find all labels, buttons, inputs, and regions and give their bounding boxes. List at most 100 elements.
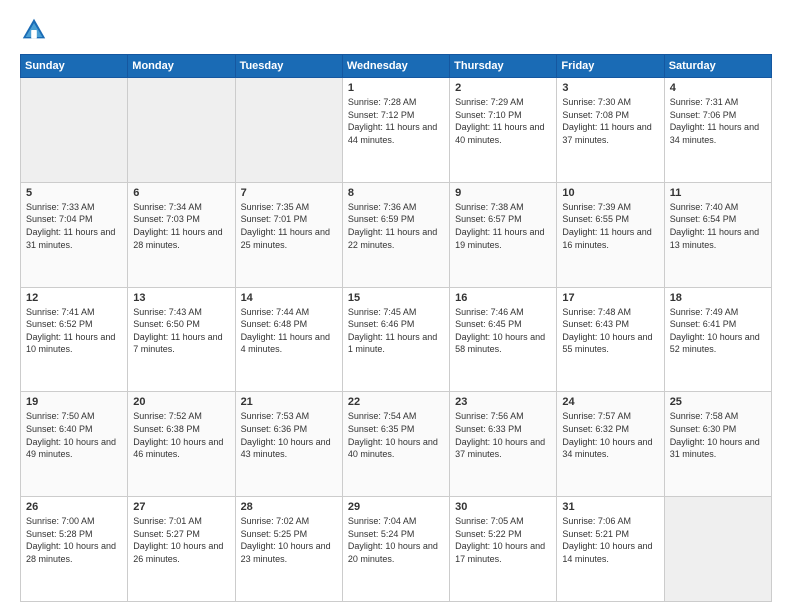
weekday-header-wednesday: Wednesday [342, 55, 449, 78]
calendar-cell: 24Sunrise: 7:57 AMSunset: 6:32 PMDayligh… [557, 392, 664, 497]
day-number: 27 [133, 501, 229, 513]
calendar-cell: 25 Sunrise: 7:58 AMSunset: 6:30 PMDayligh… [664, 392, 771, 497]
calendar-cell: 14 Sunrise: 7:44 AMSunset: 6:48 PMDayligh… [235, 287, 342, 392]
calendar-cell: 1Sunrise: 7:28 AMSunset: 7:12 PMDaylight… [342, 78, 449, 183]
day-number: 23 [455, 396, 551, 408]
calendar-table: SundayMondayTuesdayWednesdayThursdayFrid… [20, 54, 772, 602]
day-info: Sunrise: 7:50 AMSunset: 6:40 PMDaylight:… [26, 410, 122, 460]
logo-icon [20, 16, 48, 44]
logo [20, 16, 50, 44]
calendar-cell: 9 Sunrise: 7:38 AMSunset: 6:57 PMDaylight… [450, 182, 557, 287]
day-info: Sunrise: 7:35 AMSunset: 7:01 PMDaylight:… [241, 201, 337, 251]
weekday-header-friday: Friday [557, 55, 664, 78]
calendar-cell [664, 497, 771, 602]
week-row-5: 26Sunrise: 7:00 AMSunset: 5:28 PMDayligh… [21, 497, 772, 602]
week-row-4: 19 Sunrise: 7:50 AMSunset: 6:40 PMDayligh… [21, 392, 772, 497]
day-info: Sunrise: 7:06 AMSunset: 5:21 PMDaylight:… [562, 515, 658, 565]
day-number: 13 [133, 292, 229, 304]
day-info: Sunrise: 7:58 AMSunset: 6:30 PMDaylight:… [670, 410, 766, 460]
calendar-cell [21, 78, 128, 183]
calendar-cell: 23 Sunrise: 7:56 AMSunset: 6:33 PMDayligh… [450, 392, 557, 497]
day-number: 21 [241, 396, 337, 408]
calendar-cell: 29Sunrise: 7:04 AMSunset: 5:24 PMDayligh… [342, 497, 449, 602]
week-row-3: 12 Sunrise: 7:41 AMSunset: 6:52 PMDayligh… [21, 287, 772, 392]
calendar-cell: 17Sunrise: 7:48 AMSunset: 6:43 PMDayligh… [557, 287, 664, 392]
day-info: Sunrise: 7:33 AMSunset: 7:04 PMDaylight:… [26, 201, 122, 251]
day-info: Sunrise: 7:01 AMSunset: 5:27 PMDaylight:… [133, 515, 229, 565]
day-info: Sunrise: 7:57 AMSunset: 6:32 PMDaylight:… [562, 410, 658, 460]
day-info: Sunrise: 7:44 AMSunset: 6:48 PMDaylight:… [241, 306, 337, 356]
day-info: Sunrise: 7:56 AMSunset: 6:33 PMDaylight:… [455, 410, 551, 460]
calendar-cell: 22 Sunrise: 7:54 AMSunset: 6:35 PMDayligh… [342, 392, 449, 497]
calendar-cell: 19 Sunrise: 7:50 AMSunset: 6:40 PMDayligh… [21, 392, 128, 497]
day-info: Sunrise: 7:05 AMSunset: 5:22 PMDaylight:… [455, 515, 551, 565]
day-number: 19 [26, 396, 122, 408]
calendar-cell: 12 Sunrise: 7:41 AMSunset: 6:52 PMDayligh… [21, 287, 128, 392]
day-info: Sunrise: 7:53 AMSunset: 6:36 PMDaylight:… [241, 410, 337, 460]
calendar-cell: 3Sunrise: 7:30 AMSunset: 7:08 PMDaylight… [557, 78, 664, 183]
calendar-cell [128, 78, 235, 183]
header [20, 16, 772, 44]
day-number: 28 [241, 501, 337, 513]
day-info: Sunrise: 7:34 AMSunset: 7:03 PMDaylight:… [133, 201, 229, 251]
calendar-cell: 20 Sunrise: 7:52 AMSunset: 6:38 PMDayligh… [128, 392, 235, 497]
day-info: Sunrise: 7:43 AMSunset: 6:50 PMDaylight:… [133, 306, 229, 356]
calendar-cell: 4Sunrise: 7:31 AMSunset: 7:06 PMDaylight… [664, 78, 771, 183]
day-number: 8 [348, 187, 444, 199]
calendar-cell: 18 Sunrise: 7:49 AMSunset: 6:41 PMDayligh… [664, 287, 771, 392]
weekday-header-saturday: Saturday [664, 55, 771, 78]
day-number: 9 [455, 187, 551, 199]
day-info: Sunrise: 7:36 AMSunset: 6:59 PMDaylight:… [348, 201, 444, 251]
day-info: Sunrise: 7:49 AMSunset: 6:41 PMDaylight:… [670, 306, 766, 356]
day-info: Sunrise: 7:00 AMSunset: 5:28 PMDaylight:… [26, 515, 122, 565]
week-row-2: 5 Sunrise: 7:33 AMSunset: 7:04 PMDaylight… [21, 182, 772, 287]
day-info: Sunrise: 7:54 AMSunset: 6:35 PMDaylight:… [348, 410, 444, 460]
calendar-cell: 16Sunrise: 7:46 AMSunset: 6:45 PMDayligh… [450, 287, 557, 392]
calendar-cell: 6 Sunrise: 7:34 AMSunset: 7:03 PMDaylight… [128, 182, 235, 287]
day-number: 10 [562, 187, 658, 199]
calendar-cell: 7 Sunrise: 7:35 AMSunset: 7:01 PMDaylight… [235, 182, 342, 287]
calendar-cell: 11 Sunrise: 7:40 AMSunset: 6:54 PMDayligh… [664, 182, 771, 287]
calendar-cell [235, 78, 342, 183]
calendar-cell: 28 Sunrise: 7:02 AMSunset: 5:25 PMDayligh… [235, 497, 342, 602]
day-number: 14 [241, 292, 337, 304]
day-info: Sunrise: 7:02 AMSunset: 5:25 PMDaylight:… [241, 515, 337, 565]
day-number: 20 [133, 396, 229, 408]
day-info: Sunrise: 7:40 AMSunset: 6:54 PMDaylight:… [670, 201, 766, 251]
day-info: Sunrise: 7:38 AMSunset: 6:57 PMDaylight:… [455, 201, 551, 251]
page: SundayMondayTuesdayWednesdayThursdayFrid… [0, 0, 792, 612]
calendar-cell: 2 Sunrise: 7:29 AMSunset: 7:10 PMDaylight… [450, 78, 557, 183]
day-number: 31 [562, 501, 658, 513]
day-number: 5 [26, 187, 122, 199]
day-info: Sunrise: 7:29 AMSunset: 7:10 PMDaylight:… [455, 96, 551, 146]
calendar-cell: 15Sunrise: 7:45 AMSunset: 6:46 PMDayligh… [342, 287, 449, 392]
day-number: 29 [348, 501, 444, 513]
day-number: 17 [562, 292, 658, 304]
day-number: 15 [348, 292, 444, 304]
day-number: 4 [670, 82, 766, 94]
day-number: 12 [26, 292, 122, 304]
calendar-cell: 5 Sunrise: 7:33 AMSunset: 7:04 PMDaylight… [21, 182, 128, 287]
day-number: 25 [670, 396, 766, 408]
day-number: 18 [670, 292, 766, 304]
calendar-cell: 31 Sunrise: 7:06 AMSunset: 5:21 PMDayligh… [557, 497, 664, 602]
weekday-header-row: SundayMondayTuesdayWednesdayThursdayFrid… [21, 55, 772, 78]
day-number: 16 [455, 292, 551, 304]
calendar-cell: 30Sunrise: 7:05 AMSunset: 5:22 PMDayligh… [450, 497, 557, 602]
day-number: 2 [455, 82, 551, 94]
calendar-cell: 27 Sunrise: 7:01 AMSunset: 5:27 PMDayligh… [128, 497, 235, 602]
weekday-header-monday: Monday [128, 55, 235, 78]
day-info: Sunrise: 7:28 AMSunset: 7:12 PMDaylight:… [348, 96, 444, 146]
week-row-1: 1Sunrise: 7:28 AMSunset: 7:12 PMDaylight… [21, 78, 772, 183]
day-number: 3 [562, 82, 658, 94]
day-number: 22 [348, 396, 444, 408]
weekday-header-sunday: Sunday [21, 55, 128, 78]
day-number: 7 [241, 187, 337, 199]
day-number: 6 [133, 187, 229, 199]
day-info: Sunrise: 7:39 AMSunset: 6:55 PMDaylight:… [562, 201, 658, 251]
calendar-cell: 8 Sunrise: 7:36 AMSunset: 6:59 PMDaylight… [342, 182, 449, 287]
day-info: Sunrise: 7:41 AMSunset: 6:52 PMDaylight:… [26, 306, 122, 356]
calendar-cell: 10 Sunrise: 7:39 AMSunset: 6:55 PMDayligh… [557, 182, 664, 287]
day-number: 11 [670, 187, 766, 199]
day-info: Sunrise: 7:52 AMSunset: 6:38 PMDaylight:… [133, 410, 229, 460]
